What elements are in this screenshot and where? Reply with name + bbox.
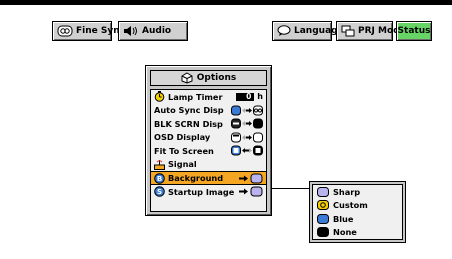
menu-title-label: Options <box>196 73 237 83</box>
custom-icon <box>317 200 329 211</box>
signal-icon <box>154 159 165 170</box>
sharp-label: Sharp <box>333 186 361 197</box>
auto-sync-disp-label: Auto Sync Disp <box>154 105 224 116</box>
svg-text:S: S <box>157 188 162 196</box>
menu-item-signal[interactable]: Signal <box>151 158 266 172</box>
submenu-option-sharp[interactable]: Sharp <box>313 185 402 199</box>
blue-icon <box>317 213 329 224</box>
submenu-option-none[interactable]: None <box>313 226 402 240</box>
menu-item-osd-display[interactable]: OSD Display <box>151 131 266 145</box>
fit-to-screen-toggle-icon <box>231 145 263 156</box>
menu-item-lamp-timer[interactable]: Lamp Timer 0 h <box>151 90 266 104</box>
custom-label: Custom <box>333 200 368 211</box>
submenu-option-custom[interactable]: Custom <box>313 199 402 213</box>
fine-sync-icon <box>57 25 73 37</box>
lamp-timer-icon <box>154 91 165 103</box>
audio-button[interactable]: Audio <box>118 21 188 41</box>
signal-label: Signal <box>168 159 197 170</box>
menu-item-list: Lamp Timer 0 h Auto Sync Disp BLK SCRN D… <box>150 89 267 212</box>
none-label: None <box>333 227 357 238</box>
blk-scrn-disp-label: BLK SCRN Disp <box>154 118 223 129</box>
blue-label: Blue <box>333 213 354 224</box>
sharp-icon <box>317 186 329 197</box>
lamp-timer-label: Lamp Timer <box>168 91 223 102</box>
lamp-timer-value: 0 <box>236 92 255 101</box>
background-label: Background <box>168 173 224 183</box>
menu-item-background[interactable]: B Background <box>151 171 266 185</box>
auto-sync-toggle-icon <box>231 105 263 116</box>
menu-item-auto-sync-disp[interactable]: Auto Sync Disp <box>151 104 266 118</box>
fine-sync-button[interactable]: Fine Sync <box>52 21 125 41</box>
menu-item-startup-image[interactable]: S Startup Image <box>151 185 266 199</box>
options-icon <box>181 72 193 84</box>
projector-mode-icon <box>341 25 355 37</box>
blk-scrn-toggle-icon <box>231 118 263 129</box>
options-menu: Options Lamp Timer 0 h Auto Sync Disp BL… <box>145 65 272 216</box>
top-rule <box>0 0 452 5</box>
menu-item-blk-scrn-disp[interactable]: BLK SCRN Disp <box>151 117 266 131</box>
submenu-connector <box>271 188 309 189</box>
fit-to-screen-label: Fit To Screen <box>154 145 214 156</box>
submenu-option-blue[interactable]: Blue <box>313 212 402 226</box>
background-icon: B <box>154 172 165 184</box>
arrow-right-icon <box>239 186 263 197</box>
menu-item-fit-to-screen[interactable]: Fit To Screen <box>151 144 266 158</box>
menu-title: Options <box>150 70 267 86</box>
language-button[interactable]: Language <box>272 21 344 41</box>
startup-image-icon: S <box>154 186 165 198</box>
prj-mode-button[interactable]: PRJ Mode <box>336 21 406 41</box>
startup-image-label: Startup Image <box>168 186 235 197</box>
speech-bubble-icon <box>277 25 291 37</box>
speaker-icon <box>123 25 139 37</box>
lamp-timer-unit: h <box>257 92 263 102</box>
background-submenu: Sharp Custom Blue None <box>309 181 406 243</box>
none-icon <box>317 227 329 238</box>
status-button[interactable]: Status <box>396 21 432 41</box>
audio-label: Audio <box>142 26 172 36</box>
arrow-right-icon <box>239 173 263 183</box>
svg-text:B: B <box>157 175 162 183</box>
status-label: Status <box>397 26 431 36</box>
osd-display-label: OSD Display <box>154 132 211 143</box>
osd-display-toggle-icon <box>231 132 263 143</box>
